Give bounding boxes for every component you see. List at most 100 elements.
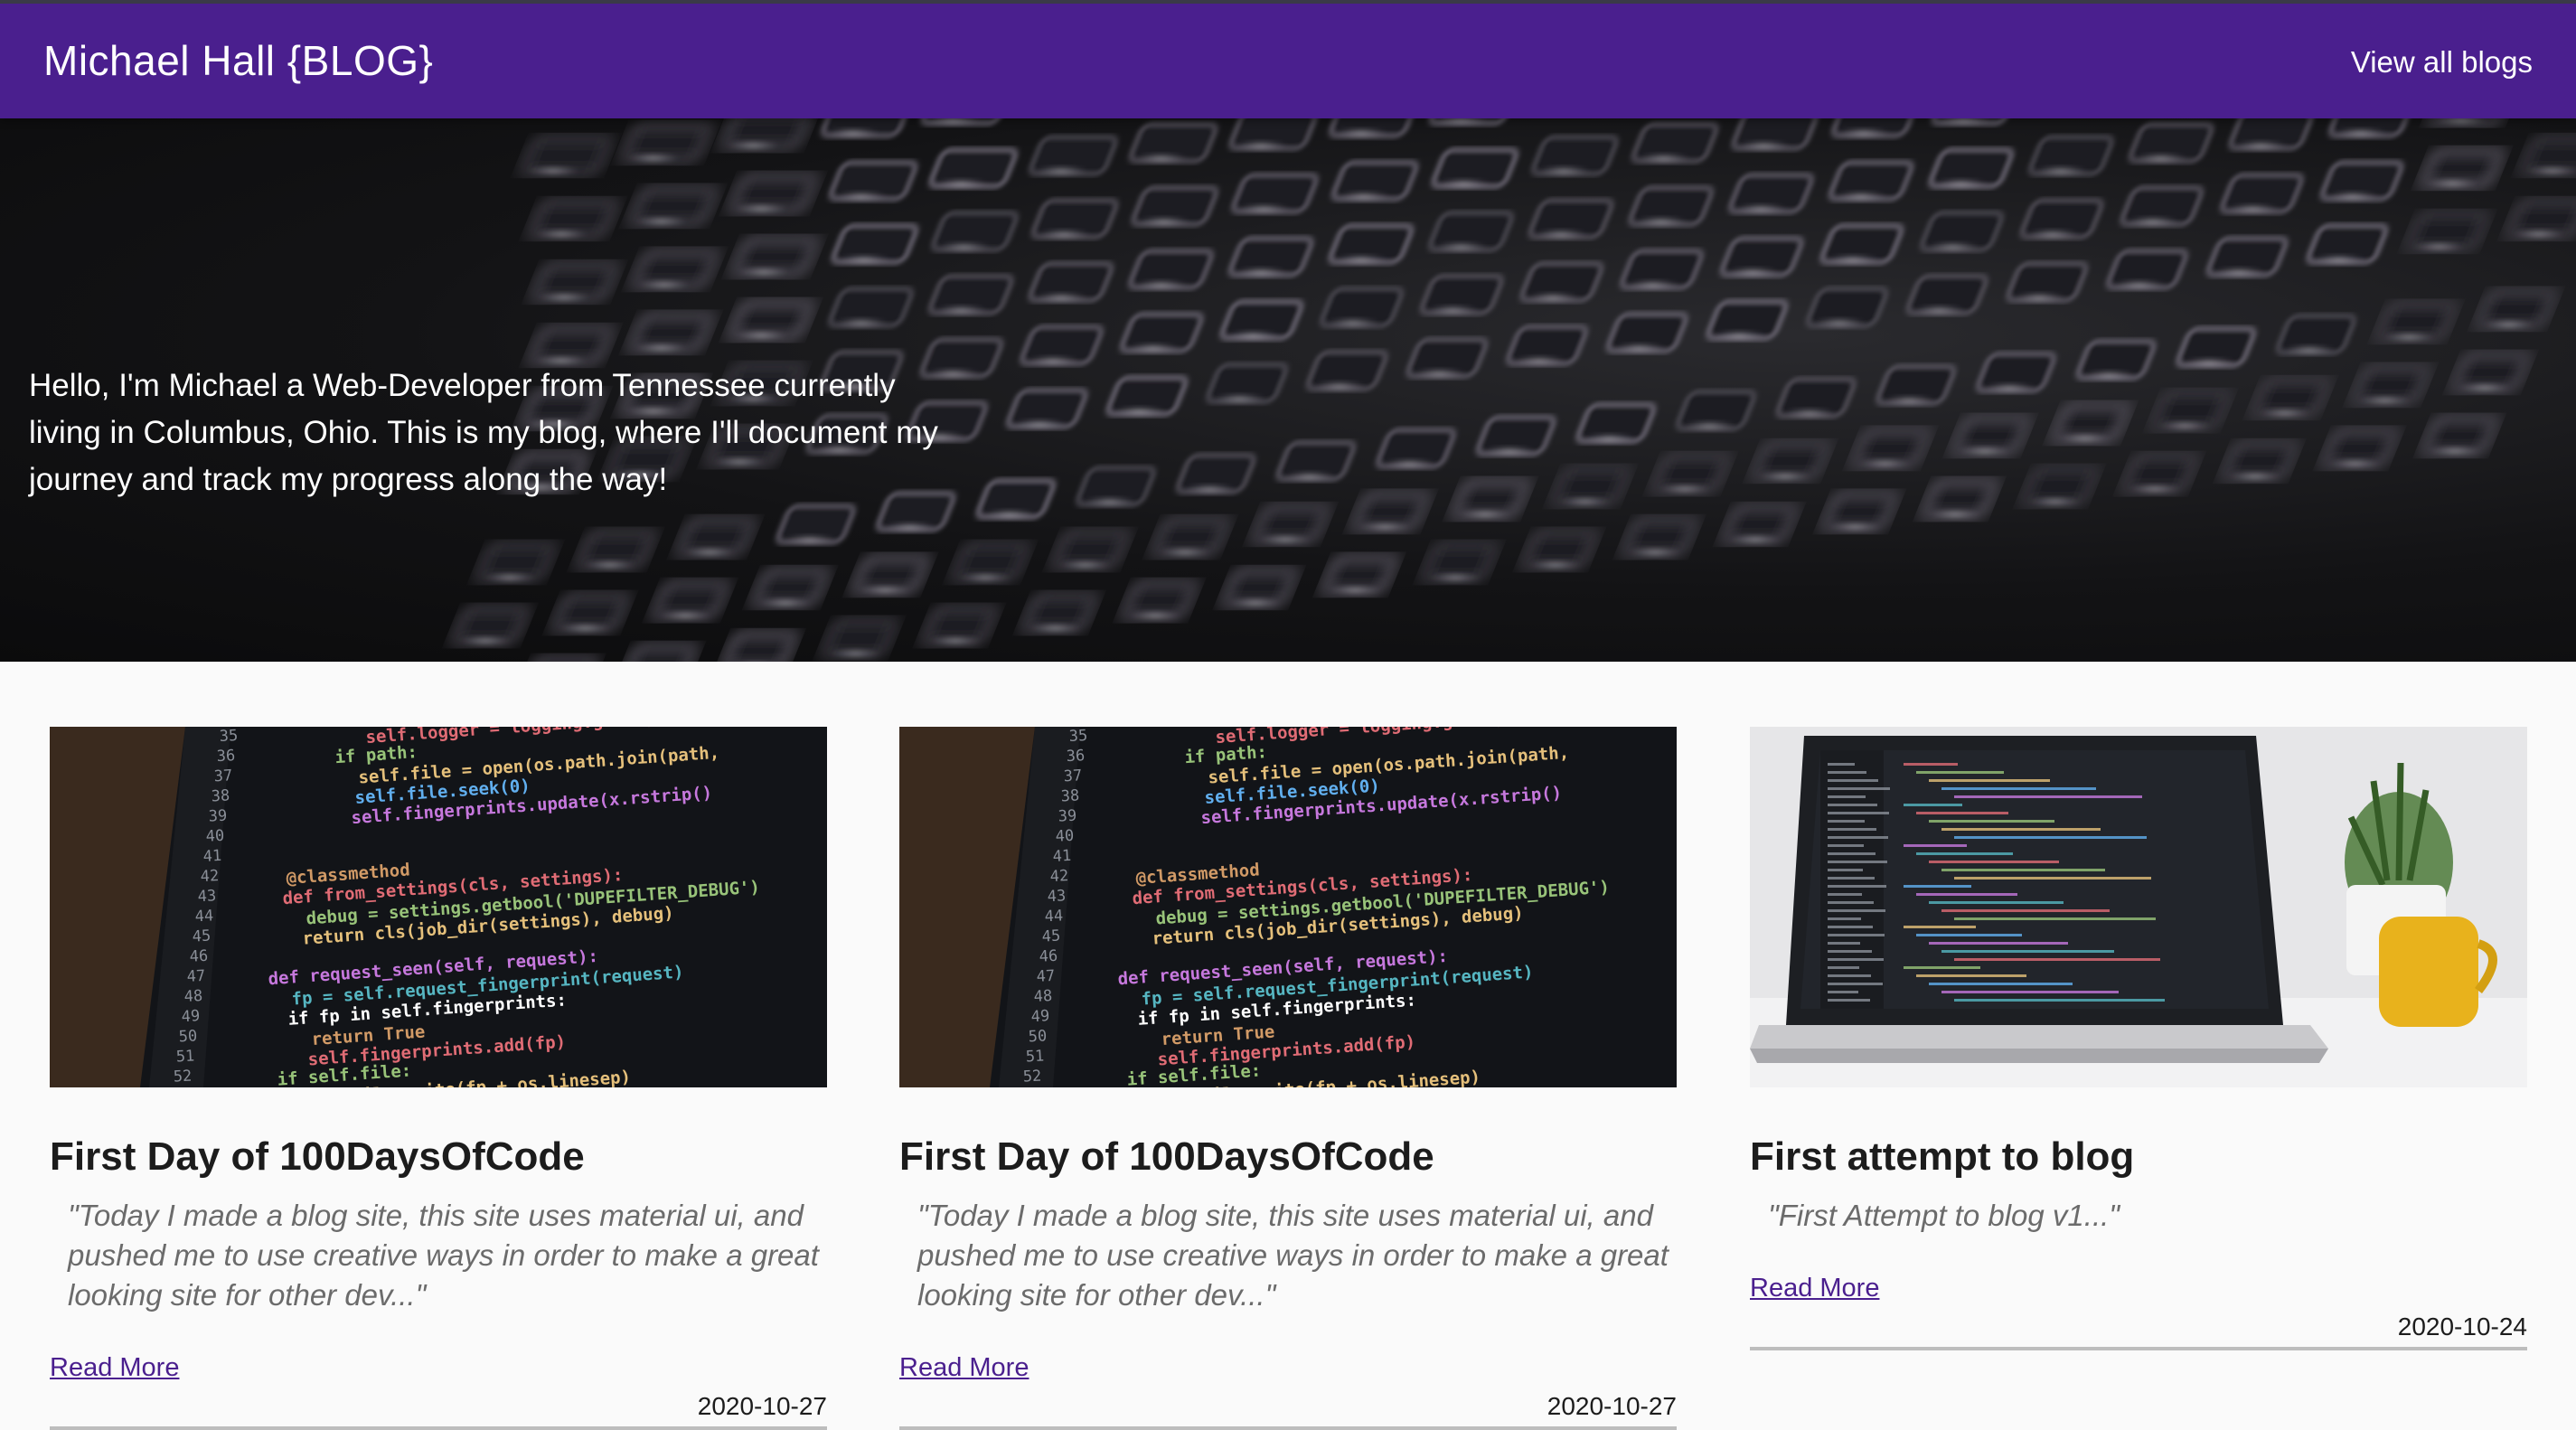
key-backlight [1333,254,1388,265]
file-tree-item [1828,812,1889,814]
key-backlight [1928,509,1982,520]
key-backlight [737,267,792,278]
screen-code-line [1954,917,2156,920]
screen-code-line [1904,844,1967,847]
key-backlight [782,534,837,545]
file-tree-item [1828,950,1872,953]
key-backlight [1226,330,1281,341]
post-excerpt: "First Attempt to blog v1..." [1768,1199,2120,1232]
post-title[interactable]: First attempt to blog [1750,1134,2527,1180]
key-backlight [1034,292,1088,303]
key-backlight [1912,305,1967,315]
post-excerpt: "Today I made a blog site, this site use… [917,1199,1669,1312]
key-backlight [2325,191,2380,202]
line-number: 50 [178,1027,198,1046]
file-tree-item [1828,877,1875,880]
divider [1750,1347,2527,1350]
screen-code-line [1904,804,1962,806]
line-number: 48 [1033,987,1053,1006]
key-backlight [1382,458,1437,469]
key-backlight [658,610,713,621]
screen-code-line [1916,974,2026,977]
key-backlight [634,343,689,353]
key-backlight [1458,509,1512,520]
line-number: 35 [219,727,239,746]
file-tree-item [1828,934,1885,936]
key-backlight [2333,127,2388,138]
line-number: 44 [194,907,214,926]
post-date: 2020-10-27 [697,1392,827,1420]
screen-code-line [1954,795,2142,798]
key-backlight [1712,330,1767,341]
file-tree-item [1828,958,1884,961]
key-backlight [2158,420,2213,431]
key-backlight [1512,355,1566,366]
screen-code-line [1954,958,2160,961]
key-backlight [2212,267,2267,278]
key-backlight [2026,229,2080,240]
key-backlight [2425,178,2480,189]
read-more-link[interactable]: Read More [1750,1274,1879,1303]
hero-intro-text: Hello, I'm Michael a Web-Developer from … [29,368,938,497]
post-title[interactable]: First Day of 100DaysOfCode [50,1134,827,1180]
screen-code-line [1941,909,2110,912]
keyboard-key [521,655,597,662]
key-backlight [1736,140,1791,151]
line-number: 38 [211,786,230,805]
key-backlight [1628,547,1683,558]
screen-code-line [1954,877,2151,880]
key-backlight [1312,381,1367,391]
key-backlight [1158,547,1213,558]
blog-title[interactable]: Michael Hall {BLOG} [43,36,433,85]
file-tree-item [1828,942,1860,945]
view-all-blogs-link[interactable]: View all blogs [2351,45,2533,80]
line-number: 51 [1025,1047,1045,1066]
post-title[interactable]: First Day of 100DaysOfCode [899,1134,1677,1180]
file-tree-item [1828,852,1876,855]
key-backlight [833,317,888,328]
key-backlight [1725,267,1781,278]
key-backlight [1012,419,1067,429]
key-backlight [1757,471,1812,482]
line-number: 42 [200,867,220,886]
key-backlight [1412,368,1467,379]
line-number: 52 [173,1068,193,1087]
key-backlight [828,648,883,659]
key-backlight [1882,395,1937,406]
screen-code-line [1929,861,2059,863]
screen-code-line [1954,999,2165,1002]
keyboard-key [721,630,797,662]
key-backlight [833,191,888,202]
read-more-link[interactable]: Read More [50,1353,179,1383]
laptop-icon [1750,736,2328,1063]
line-number: 37 [213,767,233,786]
key-backlight [1734,203,1789,214]
key-backlight [458,635,512,646]
key-backlight [2311,254,2366,265]
file-tree-item [1828,820,1865,823]
key-backlight [1782,408,1837,419]
key-backlight [2357,395,2412,406]
key-backlight [1537,165,1591,176]
key-backlight [1325,317,1380,328]
key-backlight [1282,471,1337,482]
key-backlight [526,165,580,176]
line-number: 47 [186,967,206,986]
code-editor-photo: 35self.logger = logging.getLogger36if pa… [50,727,827,1087]
line-number: 35 [1068,727,1088,746]
key-backlight [1328,585,1383,596]
app-bar: Michael Hall {BLOG} View all blogs [0,0,2576,118]
file-tree-item [1828,966,1859,969]
read-more-link[interactable]: Read More [899,1353,1029,1383]
key-backlight [1125,343,1180,353]
file-tree-item [1828,787,1890,790]
key-backlight [1227,597,1283,608]
key-backlight [2281,344,2336,355]
screen-code-line [1941,787,2096,790]
key-backlight [2034,165,2088,176]
screen-code-line [1904,885,1971,888]
key-backlight [558,623,613,634]
key-backlight [1582,433,1637,444]
screen-code-line [1941,828,2101,831]
key-backlight [1825,254,1880,265]
